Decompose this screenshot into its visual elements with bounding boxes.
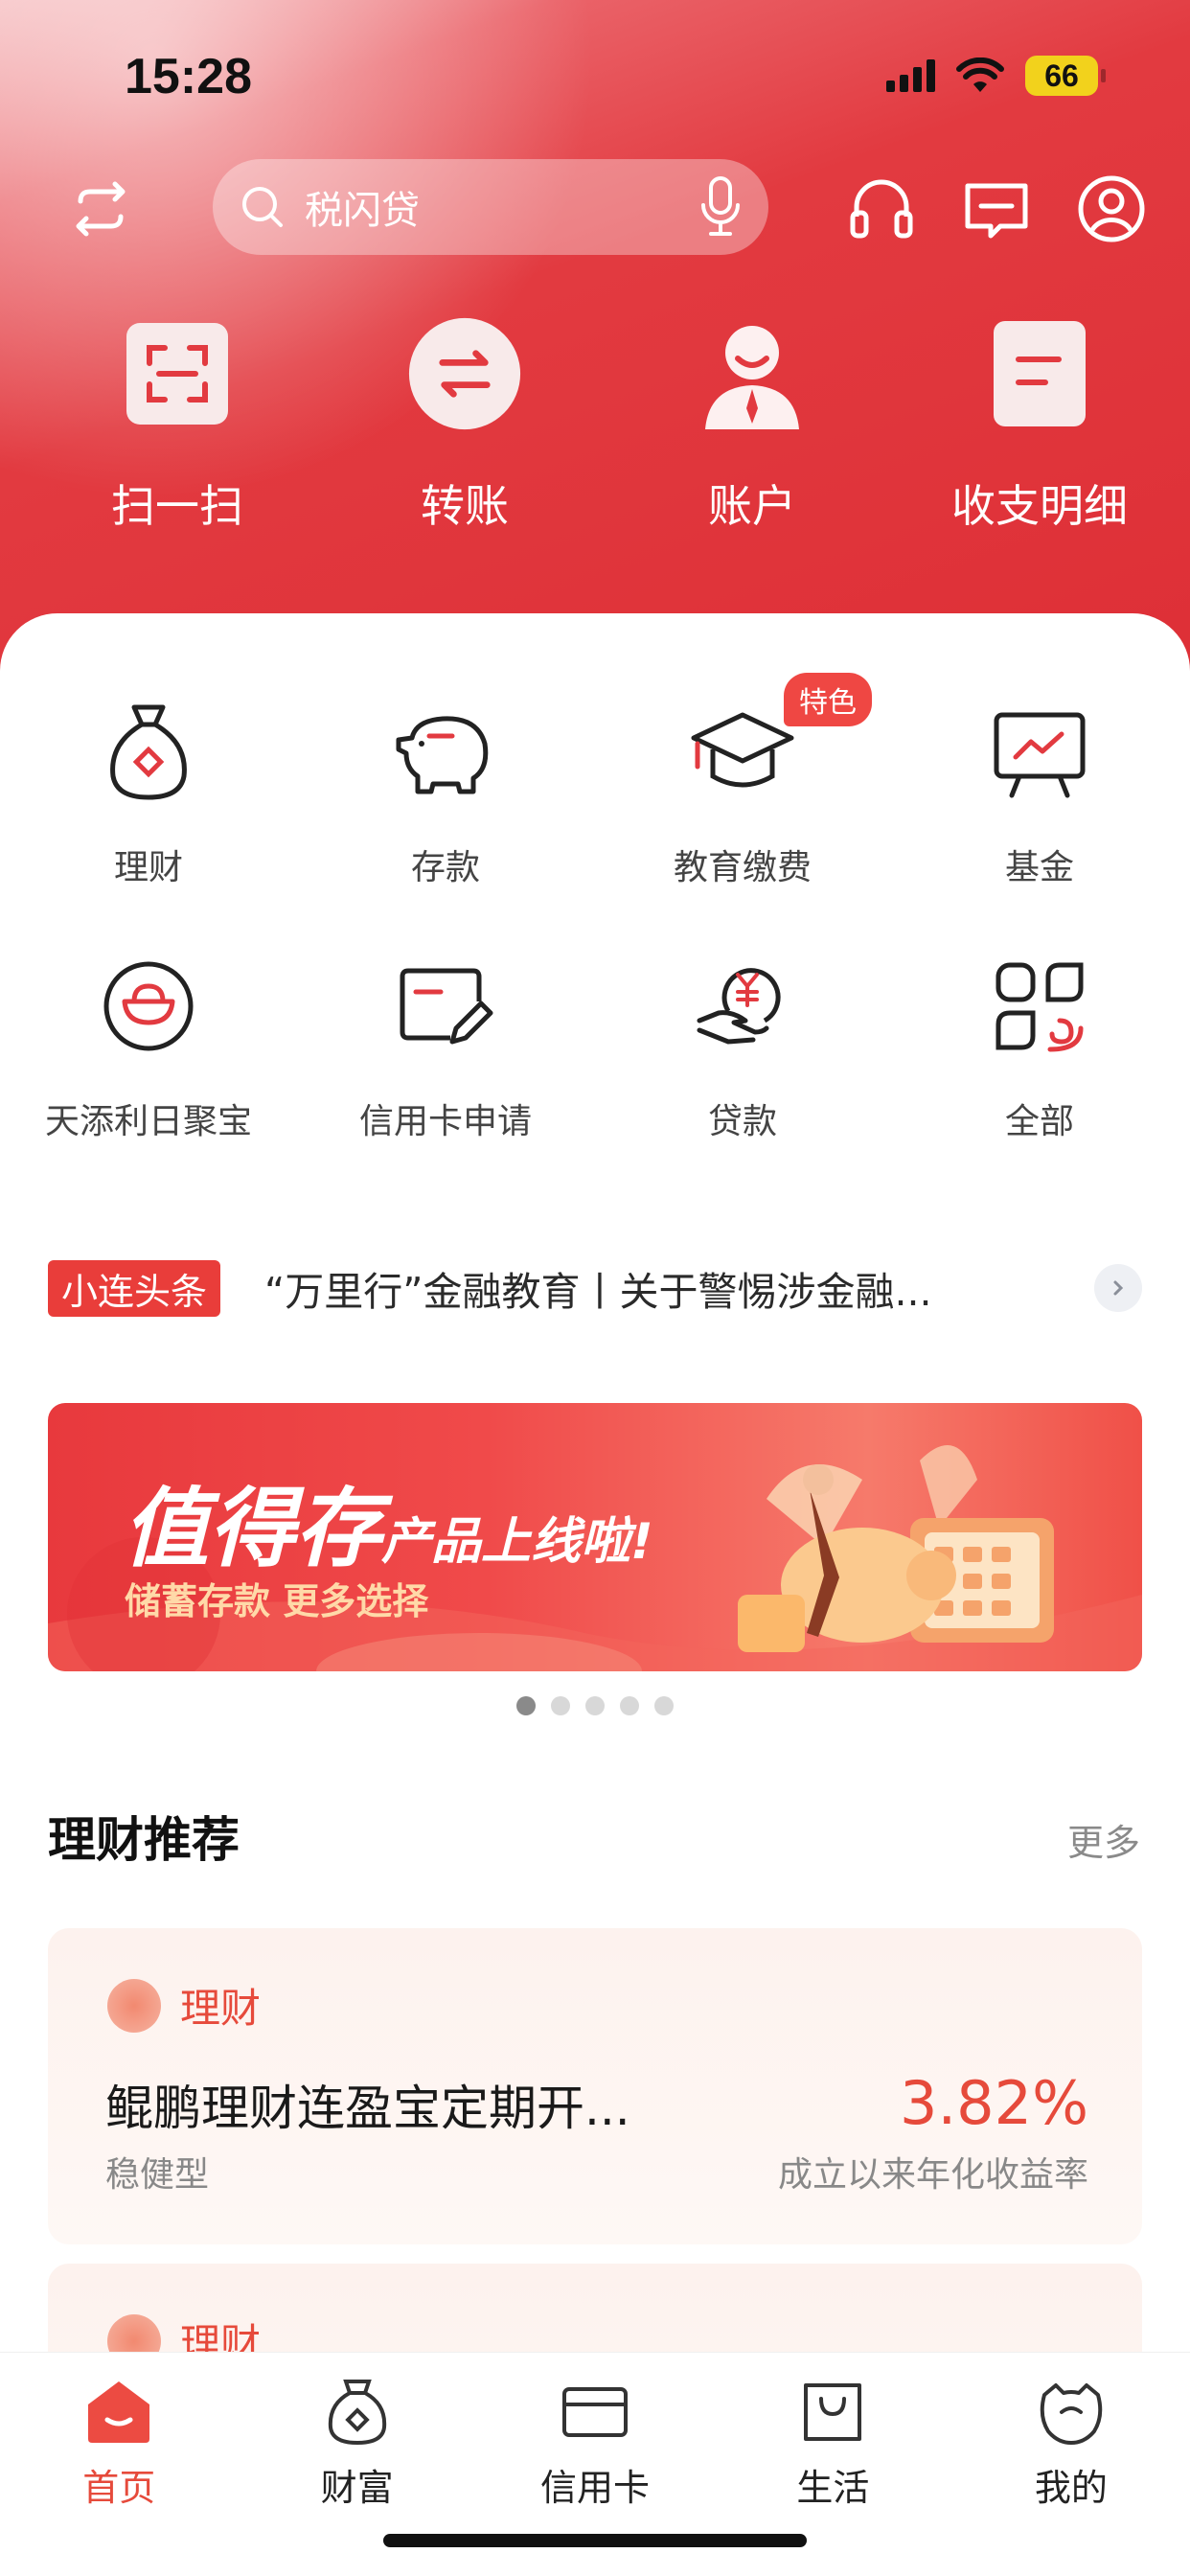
quick-action-label: 转账 <box>421 480 509 532</box>
quick-actions: 扫一扫 转账 账户 收支明细 <box>0 316 1190 535</box>
service-grid: 理财 存款 特色 教育缴费 基金 天添利日聚宝 信用卡申请 贷款 全部 <box>0 673 1190 1208</box>
service-education[interactable]: 特色 教育缴费 <box>594 673 891 954</box>
tab-label: 首页 <box>82 2467 156 2509</box>
card-pen-icon <box>400 968 493 1045</box>
service-all[interactable]: 全部 <box>891 954 1188 1208</box>
quick-action-account[interactable]: 账户 <box>608 316 896 535</box>
carousel-indicator <box>0 1696 1190 1715</box>
carousel-dot[interactable] <box>585 1696 605 1715</box>
service-label: 贷款 <box>707 1102 777 1141</box>
top-bar: 税闪贷 <box>0 159 1190 255</box>
wealth-bag-icon <box>328 2380 386 2446</box>
banner-title: 值得存产品上线啦! <box>123 1459 653 1583</box>
more-link[interactable]: 更多 <box>1067 1813 1140 1866</box>
quick-action-label: 收支明细 <box>951 480 1128 532</box>
battery-level: 66 <box>1044 58 1079 93</box>
service-credit-apply[interactable]: 信用卡申请 <box>297 954 594 1208</box>
tab-label: 我的 <box>1034 2467 1108 2509</box>
service-tiantianli[interactable]: 天添利日聚宝 <box>0 954 297 1208</box>
grid-all-icon <box>995 962 1084 1052</box>
message-icon[interactable] <box>962 174 1031 243</box>
profile-face-icon <box>1040 2383 1103 2445</box>
cellular-signal-icon <box>886 59 935 92</box>
home-icon <box>88 2381 150 2443</box>
product-name: 鲲鹏理财连盈宝定期开... <box>105 2081 630 2136</box>
search-bar[interactable]: 税闪贷 <box>213 159 768 255</box>
quick-action-scan[interactable]: 扫一扫 <box>34 316 321 535</box>
header-background: 15:28 66 税闪贷 扫一扫 转账 账户 收支明细 <box>0 0 1190 690</box>
switch-icon[interactable] <box>67 180 134 238</box>
quick-action-statement[interactable]: 收支明细 <box>896 316 1183 535</box>
tab-mine[interactable]: 我的 <box>952 2353 1190 2576</box>
service-loan[interactable]: 贷款 <box>594 954 891 1208</box>
carousel-dot[interactable] <box>620 1696 639 1715</box>
chevron-right-icon[interactable] <box>1094 1264 1142 1312</box>
tab-home[interactable]: 首页 <box>0 2353 238 2576</box>
piggy-calculator-illustration <box>738 1445 1054 1652</box>
quick-action-transfer[interactable]: 转账 <box>321 316 608 535</box>
shopping-bag-icon <box>804 2383 862 2441</box>
news-ticker[interactable]: 小连头条 “万里行”金融教育丨关于警惕涉金融... <box>48 1259 1142 1317</box>
piggy-bank-icon <box>396 716 489 794</box>
service-label: 天添利日聚宝 <box>44 1102 252 1141</box>
feature-badge: 特色 <box>784 673 872 726</box>
status-time: 15:28 <box>125 49 252 104</box>
carousel-dot[interactable] <box>654 1696 674 1715</box>
product-category-label: 理财 <box>180 1985 262 2032</box>
chart-board-icon <box>994 712 1086 798</box>
news-tag: 小连头条 <box>48 1259 221 1317</box>
service-label: 信用卡申请 <box>358 1102 532 1141</box>
service-label: 全部 <box>1004 1102 1074 1141</box>
status-icons: 66 <box>886 56 1106 96</box>
section-title: 理财推荐 <box>48 1812 240 1868</box>
wifi-icon <box>956 58 1004 92</box>
service-label: 存款 <box>410 848 480 887</box>
battery-icon: 66 <box>1025 56 1106 96</box>
transfer-icon <box>407 316 522 431</box>
carousel-dot[interactable] <box>551 1696 570 1715</box>
service-deposit[interactable]: 存款 <box>297 700 594 954</box>
main-card: 理财 存款 特色 教育缴费 基金 天添利日聚宝 信用卡申请 贷款 全部 小连头条… <box>0 613 1190 2576</box>
service-label: 理财 <box>113 848 183 887</box>
carousel-dot[interactable] <box>516 1696 536 1715</box>
service-label: 基金 <box>1004 848 1074 887</box>
service-fund[interactable]: 基金 <box>891 700 1188 954</box>
account-icon <box>695 316 810 431</box>
product-rate: 3.82% <box>900 2068 1088 2138</box>
product-category: 理财 <box>107 1976 261 2035</box>
money-bag-icon <box>110 704 187 800</box>
quick-action-label: 账户 <box>708 480 796 532</box>
graduation-cap-icon <box>691 712 794 788</box>
banner-title-suffix: 产品上线啦! <box>381 1513 653 1571</box>
microphone-icon[interactable] <box>699 176 742 238</box>
promo-banner[interactable]: 值得存产品上线啦! 储蓄存款 更多选择 <box>48 1403 1142 1671</box>
service-wealth[interactable]: 理财 <box>0 700 297 954</box>
credit-card-icon <box>562 2387 629 2437</box>
scan-icon <box>120 316 235 431</box>
banner-subtitle: 储蓄存款 更多选择 <box>125 1580 429 1622</box>
wealth-category-icon <box>107 1978 161 2033</box>
quick-action-label: 扫一扫 <box>111 480 243 532</box>
tab-label: 财富 <box>320 2467 394 2509</box>
service-label: 教育缴费 <box>673 848 812 887</box>
tab-label: 生活 <box>796 2467 870 2509</box>
search-input[interactable]: 税闪贷 <box>305 179 699 235</box>
search-icon <box>242 187 283 227</box>
home-indicator[interactable] <box>383 2534 807 2547</box>
user-icon[interactable] <box>1077 174 1146 243</box>
ingot-icon <box>103 961 194 1051</box>
product-rate-desc: 成立以来年化收益率 <box>777 2155 1088 2195</box>
loan-hand-icon <box>697 968 781 1045</box>
banner-title-main: 值得存 <box>123 1479 381 1579</box>
tab-label: 信用卡 <box>540 2467 651 2509</box>
product-card[interactable]: 理财 鲲鹏理财连盈宝定期开... 稳健型 3.82% 成立以来年化收益率 <box>48 1928 1142 2244</box>
statement-icon <box>982 316 1097 431</box>
news-headline[interactable]: “万里行”金融教育丨关于警惕涉金融... <box>264 1259 1094 1317</box>
product-risk-level: 稳健型 <box>105 2155 210 2195</box>
headset-icon[interactable] <box>847 174 916 243</box>
